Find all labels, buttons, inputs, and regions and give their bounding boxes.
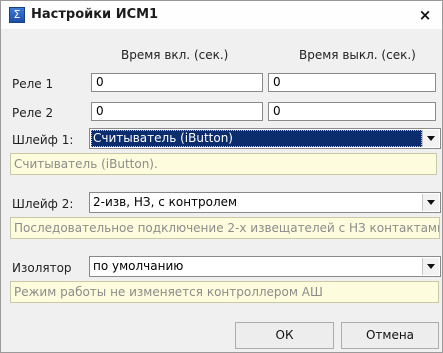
loop-1-description: Считыватель (iButton). (10, 153, 437, 175)
isolator-description: Режим работы не изменяется контроллером … (10, 281, 439, 303)
ok-button[interactable]: ОК (235, 322, 334, 349)
relay-1-label: Реле 1 (12, 77, 54, 91)
relay-2-off-time-field[interactable]: 0 (268, 102, 436, 121)
close-button[interactable]: × (415, 6, 435, 24)
loop-1-label: Шлейф 1: (12, 133, 74, 147)
loop-2-select[interactable]: 2-изв, НЗ, с контролем (89, 192, 441, 213)
on-time-header: Время вкл. (сек.) (121, 48, 229, 62)
title-bar[interactable]: Σ Настройки ИСМ1 × (1, 1, 442, 29)
loop-1-selected-value: Считыватель (iButton) (91, 130, 422, 147)
relay-2-on-time-field[interactable]: 0 (91, 102, 263, 121)
isolator-selected-value: по умолчанию (93, 259, 184, 273)
isolator-label: Изолятор (12, 261, 72, 275)
cancel-button[interactable]: Отмена (341, 322, 439, 349)
loop-2-selected-value: 2-изв, НЗ, с контролем (93, 195, 238, 209)
isolator-select[interactable]: по умолчанию (89, 256, 441, 277)
sigma-app-icon: Σ (9, 7, 25, 23)
settings-dialog: Σ Настройки ИСМ1 × Время вкл. (сек.) Вре… (0, 0, 443, 353)
off-time-header: Время выкл. (сек.) (299, 48, 416, 62)
chevron-down-icon[interactable] (422, 130, 439, 147)
chevron-down-icon[interactable] (422, 258, 439, 275)
relay-1-off-time-field[interactable]: 0 (268, 73, 436, 92)
relay-2-label: Реле 2 (12, 106, 54, 120)
window-title: Настройки ИСМ1 (31, 7, 159, 22)
loop-2-description: Последовательное подключение 2-х извещат… (10, 217, 440, 239)
chevron-down-icon[interactable] (422, 194, 439, 211)
relay-1-on-time-field[interactable]: 0 (91, 73, 263, 92)
loop-1-select[interactable]: Считыватель (iButton) (89, 128, 441, 149)
dialog-content: Время вкл. (сек.) Время выкл. (сек.) Рел… (9, 30, 441, 349)
loop-2-label: Шлейф 2: (12, 197, 74, 211)
